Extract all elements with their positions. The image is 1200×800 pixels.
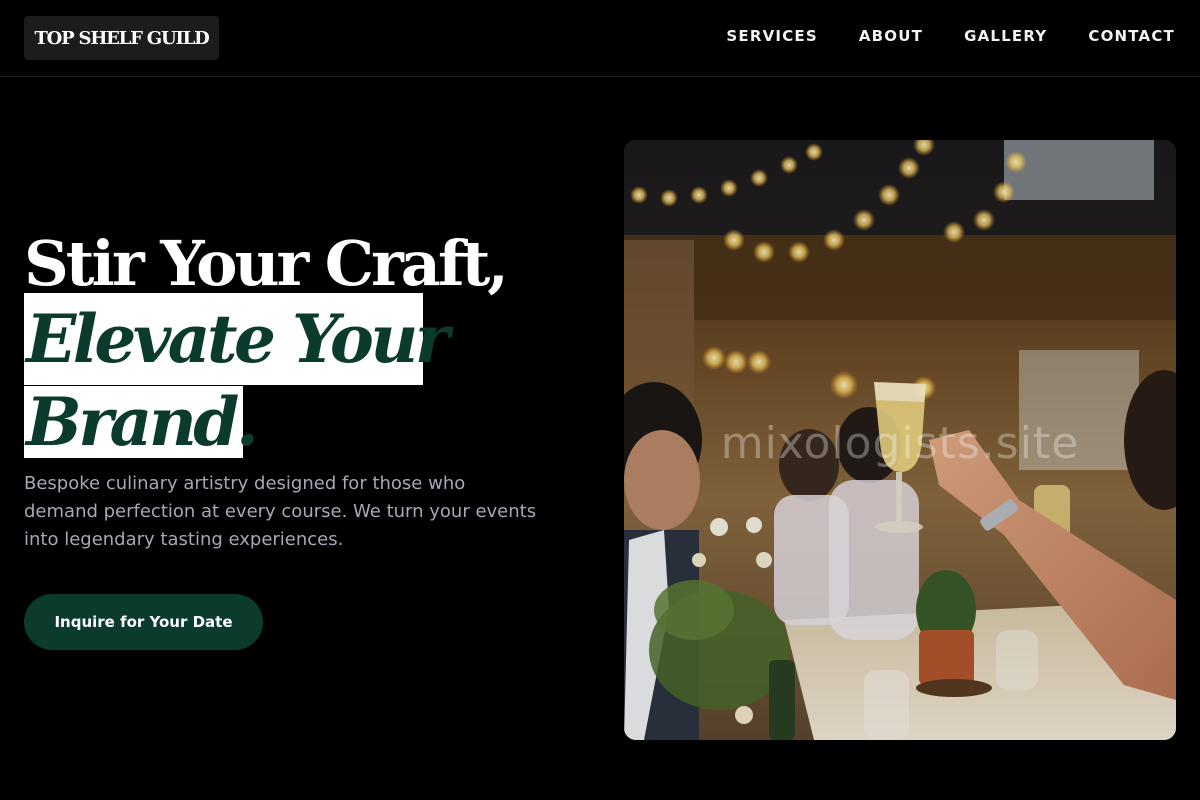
nav-about[interactable]: ABOUT [859, 26, 923, 46]
hero-description: Bespoke culinary artistry designed for t… [24, 473, 537, 550]
headline-highlight-1: Elevate Your [24, 293, 450, 385]
main-nav: SERVICES ABOUT GALLERY CONTACT [726, 26, 1175, 46]
inquire-button[interactable]: Inquire for Your Date [24, 594, 263, 650]
hero-headline: Stir Your Craft, [24, 227, 509, 300]
logo[interactable]: TOP SHELF GUILD [24, 16, 219, 60]
nav-contact[interactable]: CONTACT [1088, 26, 1175, 46]
landing-page: TOP SHELF GUILD SERVICES ABOUT GALLERY C… [0, 0, 1200, 800]
hero-image: mixologists.site [624, 140, 1176, 740]
headline-highlight-2: Brand. [24, 383, 259, 461]
nav-services[interactable]: SERVICES [726, 26, 817, 46]
site-header: TOP SHELF GUILD SERVICES ABOUT GALLERY C… [0, 0, 1200, 77]
banquet-photo [624, 140, 1176, 740]
headline-line-1: Stir Your Craft, [24, 227, 509, 300]
nav-gallery[interactable]: GALLERY [964, 26, 1047, 46]
